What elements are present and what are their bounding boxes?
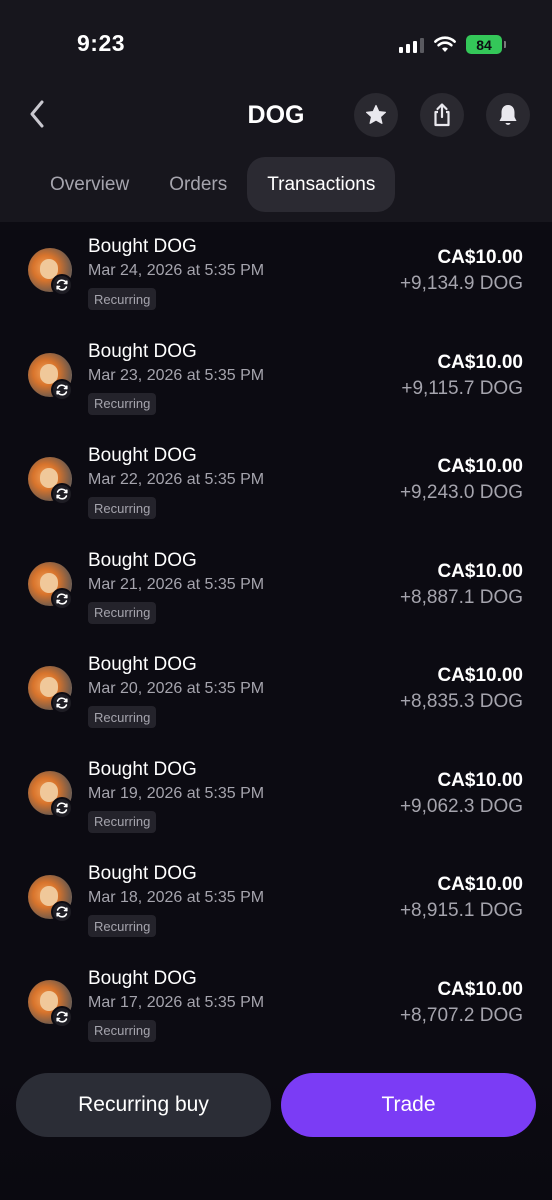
recurring-icon [51,274,73,296]
top-bar: 9:23 84 DOG Overview Orders Transactions [0,0,552,222]
transaction-row[interactable]: Bought DOG Mar 17, 2026 at 5:35 PM Recur… [0,954,552,1059]
transaction-title: Bought DOG [88,654,197,675]
alerts-button[interactable] [486,93,530,137]
transaction-row[interactable]: Bought DOG Mar 18, 2026 at 5:35 PM Recur… [0,849,552,954]
transaction-date: Mar 21, 2026 at 5:35 PM [88,575,265,593]
status-time: 9:23 [77,30,126,56]
recurring-badge: Recurring [88,288,157,310]
recurring-icon [51,1005,73,1028]
transaction-quantity: +9,115.7 DOG [401,377,523,399]
bottom-action-bar: Recurring buy Trade [0,1068,552,1200]
transaction-title: Bought DOG [88,863,197,884]
recurring-badge: Recurring [88,706,157,728]
transaction-amount: CA$10.00 [437,456,523,477]
transaction-row[interactable]: Bought DOG Mar 23, 2026 at 5:35 PM Recur… [0,327,552,432]
recurring-badge: Recurring [88,392,157,415]
transaction-list: Bought DOG Mar 24, 2026 at 5:35 PM Recur… [0,222,552,1058]
transaction-title: Bought DOG [88,340,197,362]
transaction-date: Mar 18, 2026 at 5:35 PM [88,889,265,906]
recurring-badge: Recurring [88,601,157,624]
battery-icon: 84 [466,35,506,54]
transaction-quantity: +9,062.3 DOG [399,795,523,817]
recurring-icon [51,692,73,714]
transaction-quantity: +9,243.0 DOG [399,482,523,503]
recurring-badge: Recurring [88,810,157,833]
tab-overview[interactable]: Overview [30,157,149,212]
recurring-buy-button[interactable]: Recurring buy [16,1073,271,1137]
battery-level: 84 [476,36,492,53]
transaction-date: Mar 17, 2026 at 5:35 PM [88,993,265,1011]
transaction-title: Bought DOG [88,967,197,989]
wifi-icon [434,36,456,52]
transaction-row[interactable]: Bought DOG Mar 21, 2026 at 5:35 PM Recur… [0,536,552,641]
bell-icon [499,105,517,125]
tab-transactions[interactable]: Transactions [247,157,396,212]
screen: 9:23 84 DOG Overview Orders Transactions… [0,0,552,1200]
recurring-icon [51,796,73,819]
favorite-button[interactable] [354,93,398,137]
transaction-quantity: +8,887.1 DOG [399,586,523,608]
transaction-quantity: +8,915.1 DOG [399,900,523,921]
transaction-quantity: +8,835.3 DOG [399,691,523,712]
transaction-date: Mar 23, 2026 at 5:35 PM [88,366,265,384]
transaction-amount: CA$10.00 [437,665,523,686]
status-indicators: 84 [399,35,506,54]
transaction-title: Bought DOG [88,758,197,780]
recurring-badge: Recurring [88,1019,157,1042]
transaction-date: Mar 22, 2026 at 5:35 PM [88,471,265,488]
transaction-amount: CA$10.00 [437,560,523,582]
star-icon [366,104,386,124]
tab-bar: Overview Orders Transactions [30,157,396,212]
transaction-amount: CA$10.00 [437,769,523,791]
transaction-title: Bought DOG [88,445,197,466]
transaction-date: Mar 20, 2026 at 5:35 PM [88,680,265,697]
recurring-badge: Recurring [88,915,157,937]
recurring-icon [51,483,73,505]
transaction-row[interactable]: Bought DOG Mar 24, 2026 at 5:35 PM Recur… [0,222,552,327]
transaction-title: Bought DOG [88,549,197,571]
transaction-amount: CA$10.00 [437,351,523,373]
transaction-title: Bought DOG [88,236,197,257]
tab-orders[interactable]: Orders [149,157,247,212]
page-title: DOG [247,101,305,129]
transaction-quantity: +8,707.2 DOG [399,1004,523,1026]
share-button[interactable] [420,93,464,137]
recurring-badge: Recurring [88,497,157,519]
transaction-date: Mar 24, 2026 at 5:35 PM [88,262,265,279]
transaction-amount: CA$10.00 [437,247,523,268]
transaction-amount: CA$10.00 [437,874,523,895]
recurring-icon [51,378,73,401]
transaction-row[interactable]: Bought DOG Mar 20, 2026 at 5:35 PM Recur… [0,640,552,745]
transaction-row[interactable]: Bought DOG Mar 22, 2026 at 5:35 PM Recur… [0,431,552,536]
transaction-quantity: +9,134.9 DOG [399,273,523,294]
trade-button[interactable]: Trade [281,1073,536,1137]
transaction-date: Mar 19, 2026 at 5:35 PM [88,784,265,802]
recurring-icon [51,587,73,610]
recurring-icon [51,901,73,923]
share-icon [434,103,450,127]
transaction-row[interactable]: Bought DOG Mar 19, 2026 at 5:35 PM Recur… [0,745,552,850]
cellular-signal-icon [399,37,424,53]
transaction-amount: CA$10.00 [437,978,523,1000]
